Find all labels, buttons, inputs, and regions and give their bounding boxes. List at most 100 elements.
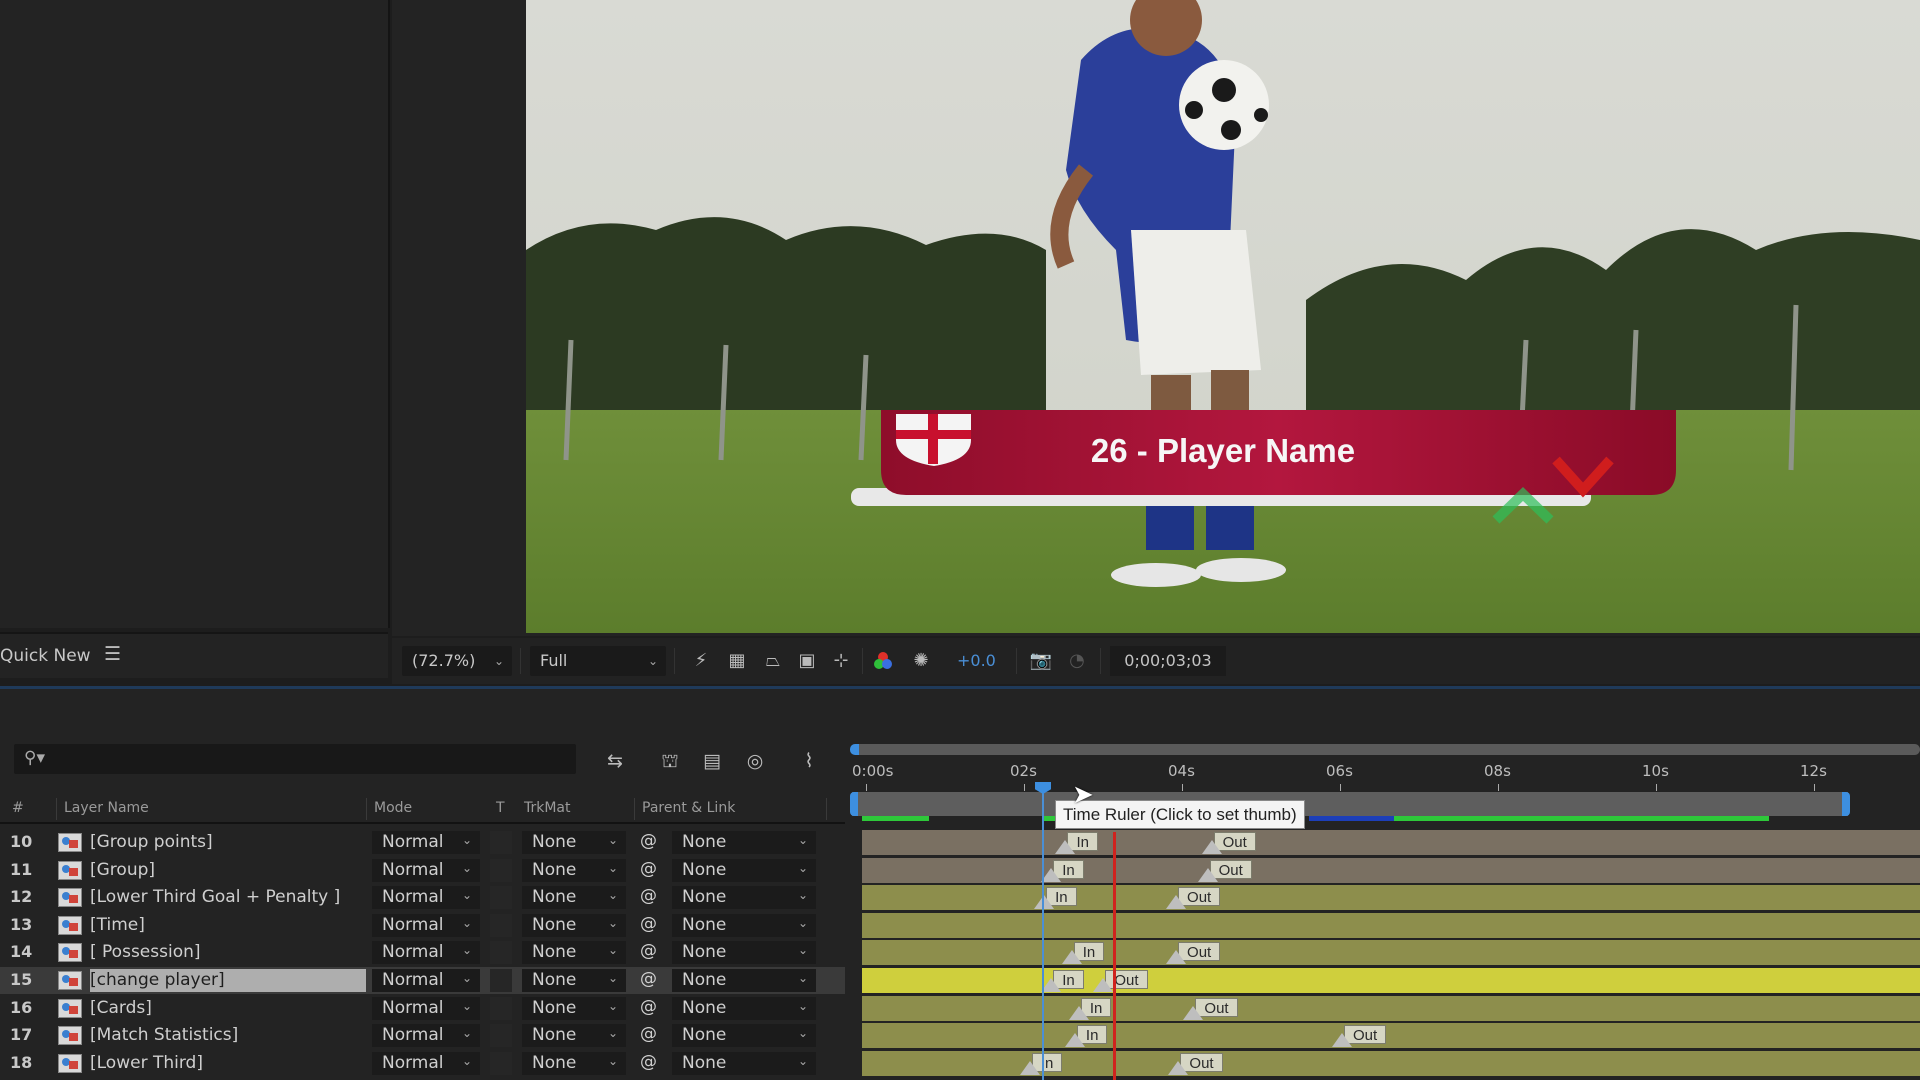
blend-mode-select[interactable]: Normal ⌄ <box>372 886 480 910</box>
pick-whip-icon[interactable]: @ <box>640 1024 657 1044</box>
layer-row[interactable]: 16 [Cards] Normal ⌄ None ⌄ @ None ⌄ <box>0 995 845 1022</box>
layer-row[interactable]: 17 [Match Statistics] Normal ⌄ None ⌄ @ No… <box>0 1022 845 1049</box>
region-of-interest-icon[interactable]: ▣ <box>794 649 820 673</box>
resolution-select[interactable]: Full ⌄ <box>530 646 666 676</box>
layer-duration-bar[interactable]: In Out <box>862 995 1920 1021</box>
track-matte-select[interactable]: None ⌄ <box>522 1051 626 1075</box>
fast-previews-icon[interactable]: ⚡ <box>688 649 714 673</box>
parent-select[interactable]: None ⌄ <box>672 969 816 992</box>
preserve-transparency-toggle[interactable] <box>490 831 512 854</box>
track-matte-select[interactable]: None ⌄ <box>522 913 626 937</box>
pick-whip-icon[interactable]: @ <box>640 941 657 961</box>
layer-name[interactable]: [Group] <box>90 859 161 882</box>
exposure-value[interactable]: +0.0 <box>957 651 996 670</box>
layer-duration-bar[interactable] <box>862 912 1920 938</box>
layer-name[interactable]: [Lower Third] <box>90 1052 209 1075</box>
current-time-display[interactable]: 0;00;03;03 <box>1110 646 1226 676</box>
layer-duration-bar[interactable]: In Out <box>862 1050 1920 1076</box>
draft-3d-icon[interactable]: ⛫ <box>656 748 684 774</box>
parent-select[interactable]: None ⌄ <box>672 1051 816 1075</box>
blend-mode-select[interactable]: Normal ⌄ <box>372 858 480 882</box>
playhead-line[interactable] <box>1042 788 1044 1080</box>
quick-new-label[interactable]: Quick New <box>0 646 91 666</box>
layer-name[interactable]: [Match Statistics] <box>90 1024 244 1047</box>
pick-whip-icon[interactable]: @ <box>640 969 657 989</box>
col-mode[interactable]: Mode <box>374 800 412 816</box>
preserve-transparency-toggle[interactable] <box>490 886 512 910</box>
parent-select[interactable]: None ⌄ <box>672 831 816 854</box>
layer-search-input[interactable]: ⚲▾ <box>14 744 576 774</box>
parent-select[interactable]: None ⌄ <box>672 886 816 910</box>
blend-mode-select[interactable]: Normal ⌄ <box>372 941 480 965</box>
time-navigator[interactable] <box>852 744 1920 755</box>
track-matte-select[interactable]: None ⌄ <box>522 996 626 1020</box>
snapshot-icon[interactable]: 📷 <box>1028 649 1054 673</box>
exposure-reset-icon[interactable]: ✺ <box>908 649 934 673</box>
parent-select[interactable]: None ⌄ <box>672 941 816 965</box>
time-navigator-start-handle[interactable] <box>850 744 859 755</box>
parent-select[interactable]: None ⌄ <box>672 913 816 937</box>
magnification-select[interactable]: (72.7%) ⌄ <box>402 646 512 676</box>
pick-whip-icon[interactable]: @ <box>640 831 657 851</box>
pick-whip-icon[interactable]: @ <box>640 886 657 906</box>
layer-row[interactable]: 13 [Time] Normal ⌄ None ⌄ @ None ⌄ <box>0 912 845 939</box>
frame-blending-icon[interactable]: ▤ <box>698 748 726 774</box>
show-snapshot-icon[interactable]: ◔ <box>1064 649 1090 673</box>
layer-row[interactable]: 15 [change player] Normal ⌄ None ⌄ @ None ⌄ <box>0 967 845 994</box>
layer-row[interactable]: 18 [Lower Third] Normal ⌄ None ⌄ @ None ⌄ <box>0 1050 845 1077</box>
layer-duration-bar[interactable]: In Out <box>862 1023 1920 1049</box>
parent-select[interactable]: None ⌄ <box>672 996 816 1020</box>
layer-row[interactable]: 11 [Group] Normal ⌄ None ⌄ @ None ⌄ <box>0 857 845 884</box>
track-matte-select[interactable]: None ⌄ <box>522 969 626 992</box>
pick-whip-icon[interactable]: @ <box>640 1052 657 1072</box>
blend-mode-select[interactable]: Normal ⌄ <box>372 1051 480 1075</box>
preserve-transparency-toggle[interactable] <box>490 996 512 1020</box>
preserve-transparency-toggle[interactable] <box>490 913 512 937</box>
layer-duration-bar[interactable]: In Out <box>862 940 1920 966</box>
layer-name[interactable]: [Group points] <box>90 831 219 854</box>
preserve-transparency-toggle[interactable] <box>490 969 512 992</box>
track-matte-select[interactable]: None ⌄ <box>522 831 626 854</box>
preserve-transparency-toggle[interactable] <box>490 1024 512 1048</box>
work-area-start-handle[interactable] <box>850 792 858 816</box>
track-matte-select[interactable]: None ⌄ <box>522 886 626 910</box>
preserve-transparency-toggle[interactable] <box>490 1051 512 1075</box>
work-area-end-handle[interactable] <box>1842 792 1850 816</box>
hamburger-icon[interactable]: ☰ <box>104 643 121 665</box>
motion-blur-icon[interactable]: ◎ <box>741 748 769 774</box>
video-frame[interactable]: 26 - Player Name <box>526 0 1920 633</box>
layer-name[interactable]: [Time] <box>90 914 151 937</box>
blend-mode-select[interactable]: Normal ⌄ <box>372 1024 480 1048</box>
layer-duration-bar[interactable]: In Out <box>862 968 1920 993</box>
layer-duration-bar[interactable]: In Out <box>862 885 1920 911</box>
col-trkmat[interactable]: TrkMat <box>524 800 571 816</box>
layer-row[interactable]: 14 [ Possession] Normal ⌄ None ⌄ @ None ⌄ <box>0 939 845 966</box>
work-area-bar[interactable] <box>852 792 1848 816</box>
layer-duration-bar[interactable]: In Out <box>862 830 1920 855</box>
layer-name[interactable]: [Lower Third Goal + Penalty ] <box>90 886 346 909</box>
parent-select[interactable]: None ⌄ <box>672 858 816 882</box>
parent-select[interactable]: None ⌄ <box>672 1024 816 1048</box>
channel-icon[interactable] <box>870 649 896 673</box>
target-region-icon[interactable]: ⊹ <box>828 649 854 673</box>
mask-path-icon[interactable]: ⏢ <box>760 649 786 673</box>
composition-flowchart-icon[interactable]: ⇆ <box>601 748 629 774</box>
track-matte-select[interactable]: None ⌄ <box>522 941 626 965</box>
blend-mode-select[interactable]: Normal ⌄ <box>372 831 480 854</box>
pick-whip-icon[interactable]: @ <box>640 997 657 1017</box>
blend-mode-select[interactable]: Normal ⌄ <box>372 969 480 992</box>
pick-whip-icon[interactable]: @ <box>640 914 657 934</box>
layer-row[interactable]: 10 [Group points] Normal ⌄ None ⌄ @ None ⌄ <box>0 829 845 856</box>
transparency-grid-icon[interactable]: ▦ <box>724 649 750 673</box>
layer-name[interactable]: [ Possession] <box>90 941 207 964</box>
col-layer-name[interactable]: Layer Name <box>64 800 149 816</box>
track-matte-select[interactable]: None ⌄ <box>522 858 626 882</box>
layer-row[interactable]: 12 [Lower Third Goal + Penalty ] Normal ⌄… <box>0 884 845 911</box>
blend-mode-select[interactable]: Normal ⌄ <box>372 996 480 1020</box>
preserve-transparency-toggle[interactable] <box>490 941 512 965</box>
track-matte-select[interactable]: None ⌄ <box>522 1024 626 1048</box>
layer-duration-bar[interactable]: In Out <box>862 857 1920 883</box>
col-parent-link[interactable]: Parent & Link <box>642 800 735 816</box>
layer-name[interactable]: [change player] <box>90 969 366 992</box>
graph-editor-icon[interactable]: ⌇ <box>795 748 823 774</box>
